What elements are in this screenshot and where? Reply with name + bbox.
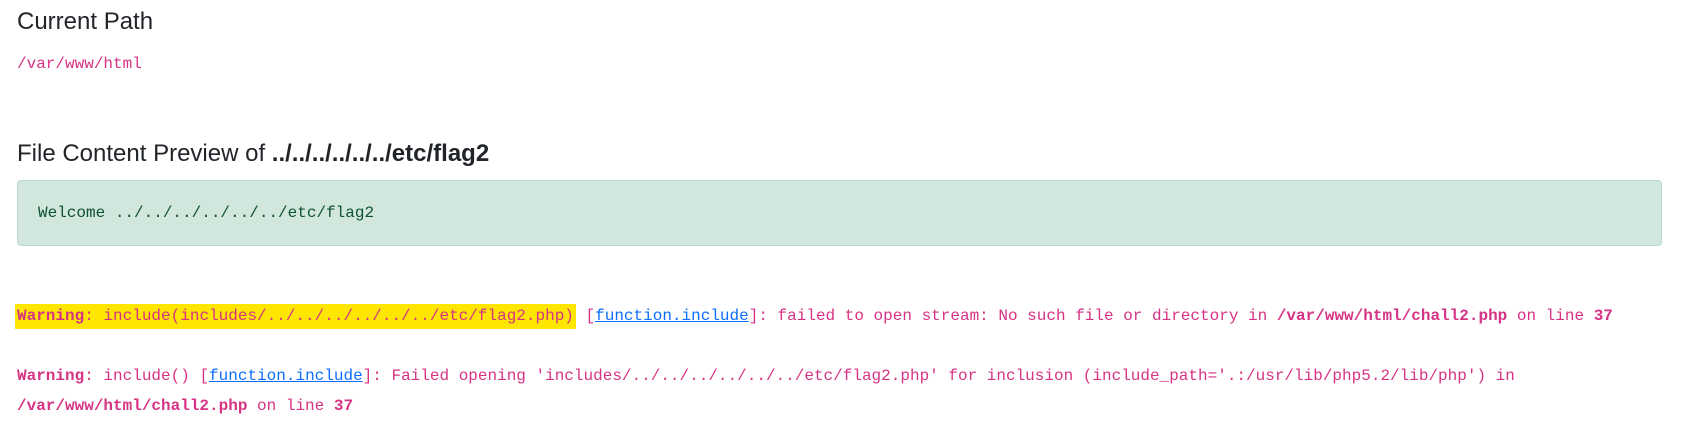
warning-message-2-continued: /var/www/html/chall2.php on line 37	[17, 396, 353, 416]
file-preview-heading: File Content Preview of ../../../../../.…	[17, 140, 489, 168]
warning-label: Warning	[17, 367, 85, 385]
warning-file-path: /var/www/html/chall2.php	[17, 397, 248, 415]
function-include-link[interactable]: function.include	[595, 307, 749, 325]
warning-message-2: Warning: include() [function.include]: F…	[17, 367, 1515, 385]
function-include-link[interactable]: function.include	[209, 367, 363, 385]
file-preview-heading-filename: ../../../../../../etc/flag2	[271, 140, 490, 167]
warning-on-line: on line	[1507, 307, 1594, 325]
warning-label: Warning	[17, 307, 85, 325]
file-content-text: Welcome ../../../../../../etc/flag2	[38, 204, 375, 222]
warning-message-1: Warning: include(includes/../../../../..…	[15, 304, 1613, 329]
warning-include-call: : include()	[84, 367, 190, 385]
warning-detail: ]: failed to open stream: No such file o…	[748, 307, 1277, 325]
warning-line-number: 37	[333, 397, 354, 415]
file-content-preview-box: Welcome ../../../../../../etc/flag2	[17, 180, 1662, 246]
current-path-value: /var/www/html	[17, 55, 142, 73]
current-path-heading: Current Path	[17, 8, 154, 35]
file-preview-heading-prefix: File Content Preview of	[17, 140, 272, 167]
warning-line-number: 37	[1593, 307, 1613, 325]
warning-include-call: : include(includes/../../../../../../etc…	[84, 307, 574, 325]
warning-file-path: /var/www/html/chall2.php	[1276, 307, 1508, 325]
warning-on-line: on line	[247, 397, 334, 415]
highlighted-warning-segment: Warning: include(includes/../../../../..…	[15, 304, 576, 329]
warning-detail: ]: Failed opening 'includes/../../../../…	[362, 367, 1515, 385]
